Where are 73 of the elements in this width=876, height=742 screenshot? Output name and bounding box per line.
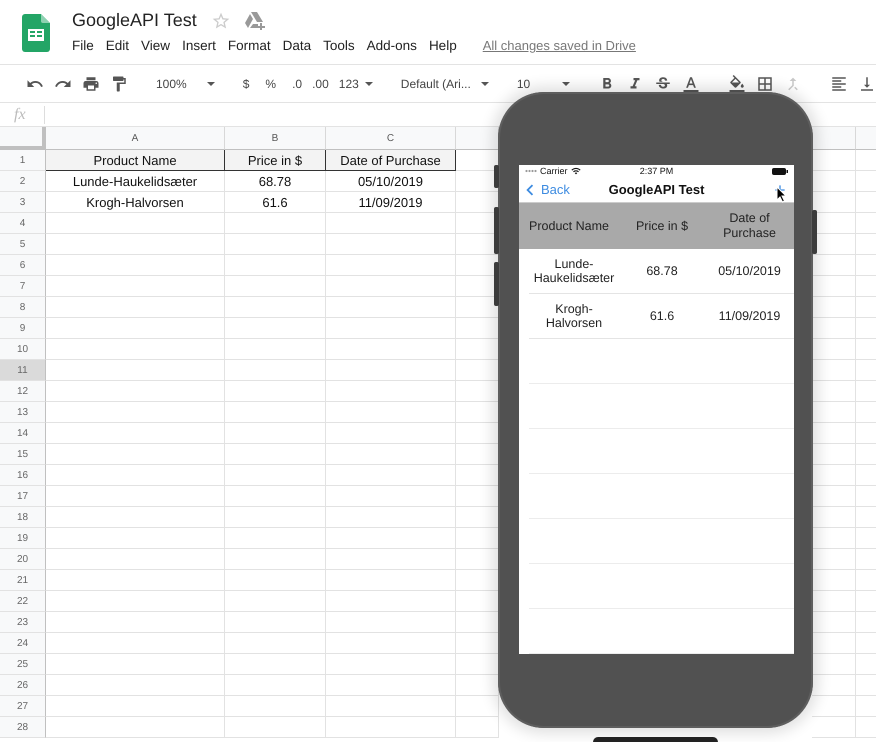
table-cell: 68.78 [225,171,326,192]
column-heading: Product Name [529,218,609,234]
table-cell: 61.6 [225,192,326,213]
nav-title: GoogleAPI Test [608,182,704,198]
column-heading: Date of Purchase [723,211,776,241]
menu-item[interactable]: View [141,38,170,53]
zoom-select[interactable]: 100% [156,76,215,90]
menu-item[interactable]: File [72,38,94,53]
row-header[interactable]: 2 [0,171,46,192]
row-header[interactable]: 1 [0,150,46,171]
row-header[interactable]: 3 [0,192,46,213]
row-header[interactable]: 12 [0,381,46,402]
menu-item[interactable]: Add-ons [366,38,417,53]
row-header[interactable]: 19 [0,528,46,549]
row-header[interactable]: 15 [0,444,46,465]
column-header[interactable]: C [326,127,456,150]
back-button[interactable]: Back [525,178,570,201]
row-header[interactable]: 17 [0,486,46,507]
row-header[interactable]: 22 [0,591,46,612]
menu-item[interactable]: Data [282,38,312,53]
percent-button[interactable]: % [265,76,276,90]
decrease-decimals-button[interactable]: .0 [292,76,302,90]
table-cell: Date of Purchase [326,150,456,171]
font-select[interactable]: Default (Ari... [400,76,489,90]
table-cell: Price in $ [225,150,326,171]
menu-item[interactable]: Insert [182,38,216,53]
row-header[interactable]: 11 [0,360,46,381]
document-title[interactable]: GoogleAPI Test [72,10,197,31]
row-header[interactable]: 24 [0,633,46,654]
table-cell: 11/09/2019 [326,192,456,213]
column-heading: Price in $ [636,218,688,234]
row-header[interactable]: 20 [0,549,46,570]
table-cell: Krogh-Halvorsen [46,192,225,213]
table-cell: Lunde-Haukelidsæter [46,171,225,192]
table-cell-text: 11/09/2019 [718,309,782,323]
row-header[interactable]: 5 [0,234,46,255]
row-header[interactable]: 16 [0,465,46,486]
table-cell-text: 68.78 [645,264,679,278]
status-time: 2:37 PM [640,166,674,176]
column-header[interactable]: B [225,127,326,150]
more-formats-select[interactable]: 123 [338,76,373,90]
formula-label: fx [0,106,45,124]
currency-button[interactable]: $ [242,76,250,90]
menu-item[interactable]: Format [228,38,271,53]
increase-decimals-button[interactable]: .00 [312,76,329,90]
font-size-select[interactable]: 10 [516,76,570,90]
row-header[interactable]: 21 [0,570,46,591]
column-header[interactable]: A [46,127,225,150]
row-header[interactable]: 8 [0,297,46,318]
row-header[interactable]: 7 [0,276,46,297]
row-header[interactable]: 13 [0,402,46,423]
row-header[interactable]: 18 [0,507,46,528]
table-cell-text: 05/10/2019 [717,264,782,278]
menu-item[interactable]: Edit [106,38,130,53]
table-cell-text: 61.6 [648,309,676,323]
row-header[interactable]: 27 [0,696,46,717]
carrier-label: Carrier [540,166,568,176]
table-cell: Product Name [46,150,225,171]
row-header[interactable]: 23 [0,612,46,633]
table-cell: 05/10/2019 [326,171,456,192]
table-cell-text: Lunde-Haukelidsæter [532,257,616,285]
row-header[interactable]: 9 [0,318,46,339]
row-header[interactable]: 26 [0,675,46,696]
row-header[interactable]: 4 [0,213,46,234]
row-header[interactable]: 14 [0,423,46,444]
table-cell-text: Krogh-Halvorsen [544,302,604,330]
row-header[interactable]: 6 [0,255,46,276]
menu-item[interactable]: Tools [323,38,355,53]
save-status-link[interactable]: All changes saved in Drive [482,38,636,53]
row-header[interactable]: 10 [0,339,46,360]
menu-item[interactable]: Help [428,38,457,53]
row-header[interactable]: 25 [0,654,46,675]
row-header[interactable]: 28 [0,717,46,738]
